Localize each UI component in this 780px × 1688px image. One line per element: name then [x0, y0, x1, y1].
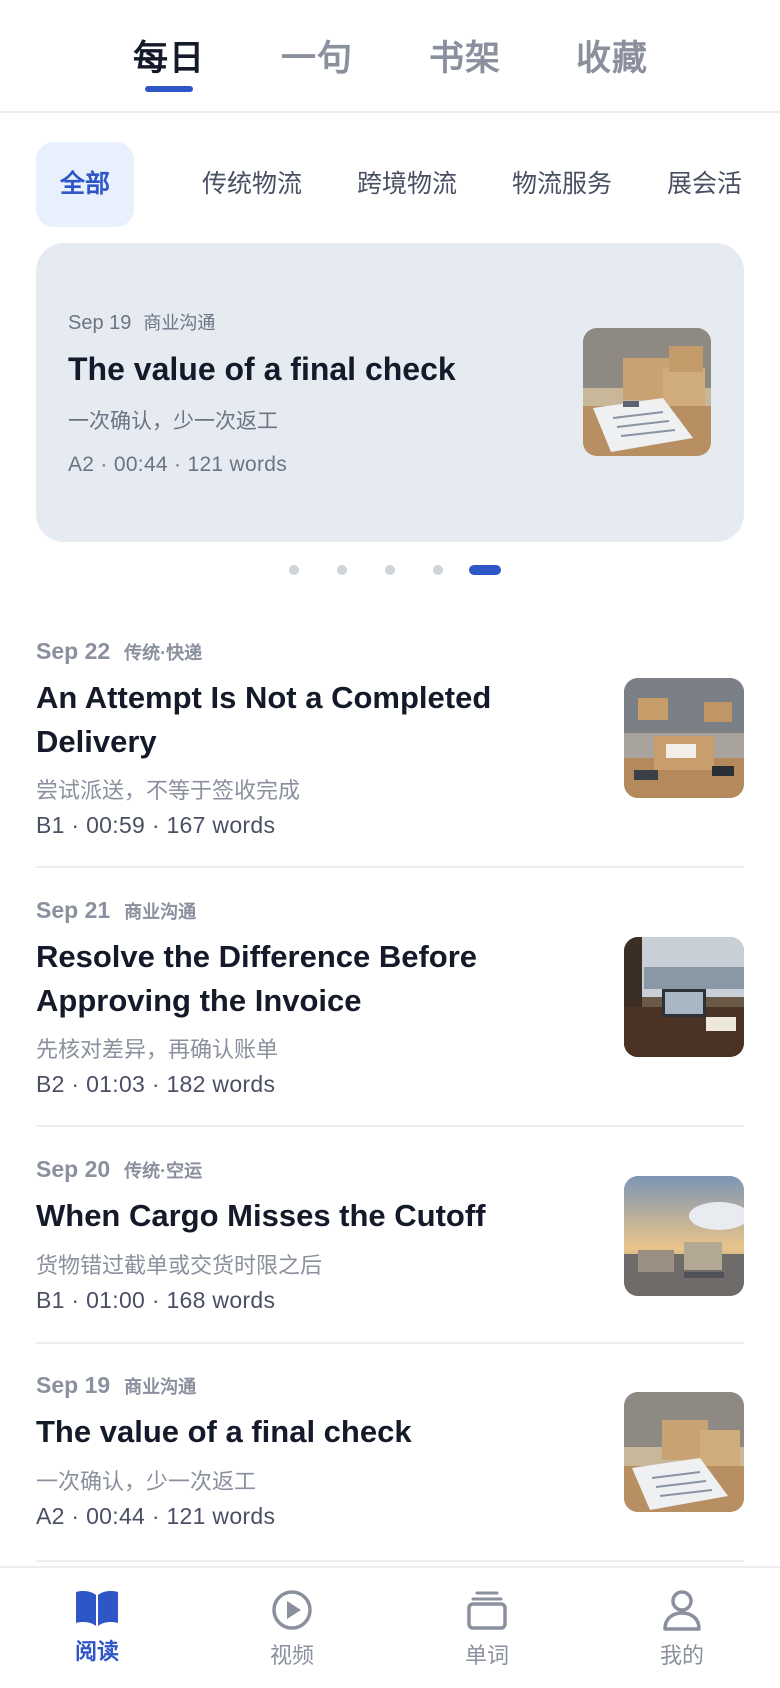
nav-video[interactable]: 视频 [232, 1588, 352, 1670]
featured-thumbnail [583, 328, 711, 456]
cards-icon [467, 1591, 507, 1630]
user-icon [663, 1590, 701, 1631]
article-list-item[interactable]: Sep 19 商业沟通 The value of a final check 一次… [36, 1372, 744, 1562]
tab-favorites[interactable]: 收藏 [576, 30, 648, 81]
featured-info: A2 · 00:44 · 121 words [68, 453, 288, 476]
tab-bookshelf[interactable]: 书架 [429, 30, 501, 81]
top-tab-bar: 每日 一句 书架 收藏 [0, 0, 780, 113]
article-title: An Attempt Is Not a Completed Delivery [36, 680, 492, 759]
tab-daily[interactable]: 每日 [133, 30, 206, 92]
article-meta: Sep 20 传统·空运 [36, 1156, 202, 1183]
nav-me[interactable]: 我的 [622, 1588, 742, 1670]
nav-read-label: 阅读 [74, 1639, 119, 1664]
article-thumbnail [624, 1176, 744, 1296]
featured-title: The value of a final check [68, 351, 456, 387]
nav-read[interactable]: 阅读 [37, 1588, 157, 1666]
article-date: Sep 19 [36, 1372, 111, 1398]
article-title: The value of a final check [36, 1414, 412, 1449]
article-thumbnail [624, 1392, 744, 1512]
book-icon [76, 1591, 118, 1626]
article-divider [36, 1560, 744, 1562]
nav-words-label: 单词 [464, 1643, 509, 1668]
carousel-indicator [0, 563, 780, 575]
article-divider [36, 1125, 744, 1127]
article-divider [36, 866, 744, 868]
article-list-item[interactable]: Sep 22 传统·快递 An Attempt Is Not a Complete… [36, 638, 744, 868]
bottom-navigation: 阅读 视频 单词 我的 [0, 1566, 780, 1688]
carousel-dot[interactable] [337, 565, 347, 575]
carousel-dot-active[interactable] [469, 565, 501, 575]
article-title: Resolve the Difference Before Approving … [36, 939, 478, 1018]
featured-subtitle: 一次确认，少一次返工 [68, 410, 278, 433]
article-date: Sep 20 [36, 1156, 111, 1182]
article-meta: Sep 19 商业沟通 [36, 1372, 196, 1399]
active-tab-indicator [145, 86, 193, 92]
article-divider [36, 1342, 744, 1344]
article-subtitle: 一次确认，少一次返工 [36, 1469, 257, 1494]
article-category: 商业沟通 [124, 1377, 197, 1397]
carousel-dot[interactable] [385, 565, 395, 575]
article-meta: Sep 22 传统·快递 [36, 638, 202, 665]
chip-all[interactable]: 全部 [36, 142, 135, 227]
tab-bookshelf-label: 书架 [429, 39, 502, 78]
article-info: B1 · 00:59 · 167 words [36, 812, 276, 838]
nav-words[interactable]: 单词 [427, 1588, 547, 1670]
carousel-dot[interactable] [289, 565, 299, 575]
tab-favorites-label: 收藏 [576, 39, 649, 78]
nav-me-label: 我的 [659, 1643, 704, 1668]
tab-sentence-label: 一句 [281, 39, 354, 78]
article-category: 商业沟通 [124, 902, 197, 922]
article-title: When Cargo Misses the Cutoff [36, 1198, 486, 1233]
chip-traditional-logistics[interactable]: 传统物流 [178, 142, 326, 227]
category-chip-row: 全部 传统物流 跨境物流 物流服务 展会活动 [36, 142, 780, 283]
article-date: Sep 22 [36, 638, 111, 664]
featured-article-card[interactable]: Sep 19 商业沟通 The value of a final check 一次… [36, 243, 744, 542]
nav-video-label: 视频 [269, 1643, 314, 1668]
featured-meta: Sep 19 商业沟通 [68, 309, 215, 335]
article-subtitle: 先核对差异，再确认账单 [36, 1037, 279, 1062]
article-info: B1 · 01:00 · 168 words [36, 1287, 276, 1313]
featured-date: Sep 19 [68, 312, 132, 334]
tab-daily-label: 每日 [133, 39, 206, 78]
article-date: Sep 21 [36, 897, 111, 923]
article-category: 传统·空运 [124, 1161, 203, 1181]
article-list-item[interactable]: Sep 20 传统·空运 When Cargo Misses the Cutoff… [36, 1156, 744, 1344]
article-info: B2 · 01:03 · 182 words [36, 1071, 276, 1097]
carousel-dot[interactable] [433, 565, 443, 575]
article-subtitle: 尝试派送，不等于签收完成 [36, 778, 301, 803]
article-info: A2 · 00:44 · 121 words [36, 1503, 276, 1529]
chip-exhibition-events[interactable]: 展会活动 [643, 142, 780, 283]
chip-cross-border-logistics[interactable]: 跨境物流 [333, 142, 481, 227]
article-list-item[interactable]: Sep 21 商业沟通 Resolve the Difference Before… [36, 897, 744, 1127]
play-icon [272, 1590, 312, 1630]
chip-logistics-services[interactable]: 物流服务 [488, 142, 636, 227]
article-meta: Sep 21 商业沟通 [36, 897, 196, 924]
article-category: 传统·快递 [124, 643, 203, 663]
article-subtitle: 货物错过截单或交货时限之后 [36, 1253, 323, 1278]
tab-sentence[interactable]: 一句 [281, 30, 353, 81]
article-thumbnail [624, 937, 744, 1057]
featured-category: 商业沟通 [143, 313, 216, 333]
article-thumbnail [624, 678, 744, 798]
